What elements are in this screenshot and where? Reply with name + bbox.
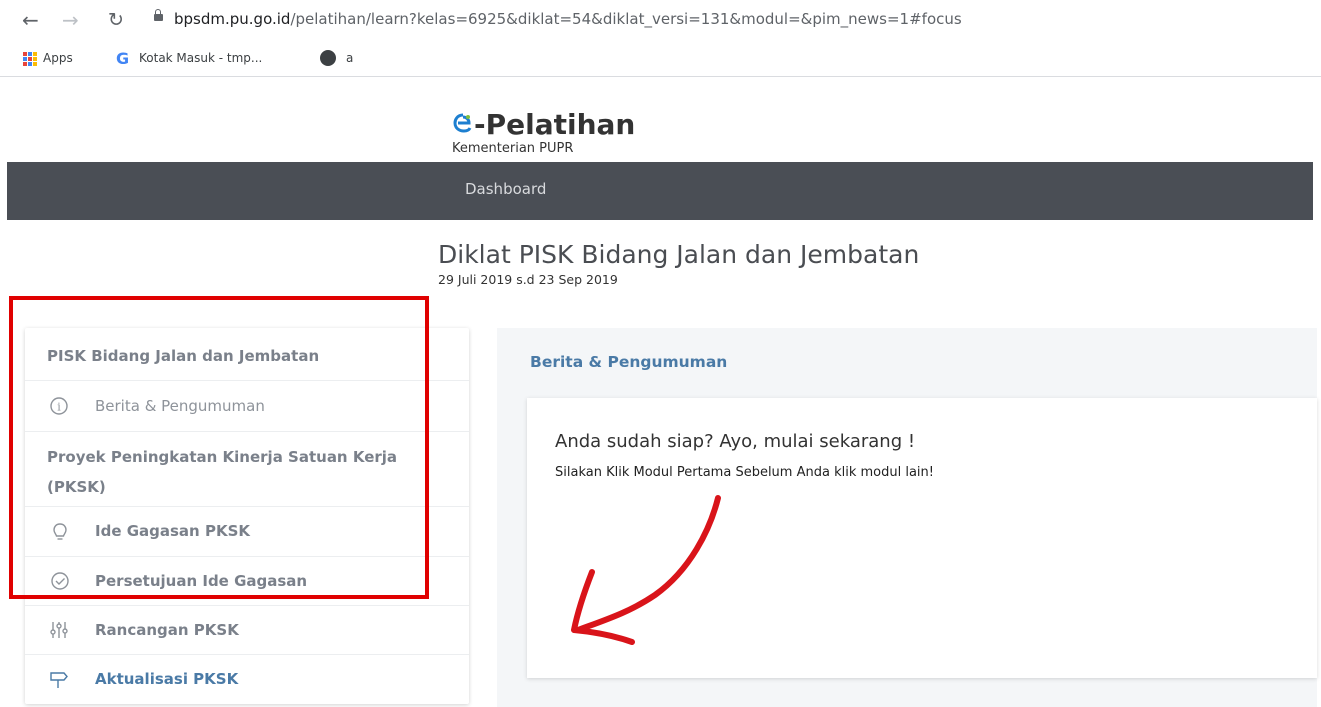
sidebar-item-label: Rancangan PKSK — [95, 621, 239, 639]
back-icon[interactable]: ← — [22, 8, 39, 32]
card-heading: Anda sudah siap? Ayo, mulai sekarang ! — [555, 431, 916, 452]
sidebar-item-aktualisasi[interactable]: Aktualisasi PKSK — [25, 655, 469, 704]
section-title: Berita & Pengumuman — [530, 353, 728, 371]
bookmark-kotak-masuk[interactable]: Kotak Masuk - tmp... — [139, 51, 262, 65]
browser-address-bar: ← → ↻ bpsdm.pu.go.id/pelatihan/learn?kel… — [0, 0, 1321, 44]
forward-icon[interactable]: → — [62, 8, 79, 32]
red-arrow-annotation — [571, 495, 721, 645]
nav-dashboard[interactable]: Dashboard — [465, 180, 546, 198]
course-title: Diklat PISK Bidang Jalan dan Jembatan — [438, 240, 920, 269]
highlight-annotation-box — [9, 296, 429, 599]
google-icon: G — [116, 49, 130, 68]
sliders-icon — [50, 622, 68, 638]
globe-icon — [320, 50, 336, 66]
course-date: 29 Juli 2019 s.d 23 Sep 2019 — [438, 272, 618, 287]
bookmark-apps[interactable]: Apps — [43, 51, 73, 65]
logo-subtitle: Kementerian PUPR — [452, 141, 574, 156]
reload-icon[interactable]: ↻ — [108, 8, 124, 32]
bookmark-a[interactable]: a — [346, 51, 353, 65]
sidebar-item-label: Aktualisasi PKSK — [95, 670, 239, 688]
lock-icon — [154, 9, 163, 21]
card-text: Silakan Klik Modul Pertama Sebelum Anda … — [555, 465, 934, 480]
url-field[interactable]: bpsdm.pu.go.id/pelatihan/learn?kelas=692… — [174, 10, 962, 28]
logo-title: -Pelatihan — [474, 108, 636, 141]
url-host: bpsdm.pu.go.id — [174, 10, 291, 28]
url-path: /pelatihan/learn?kelas=6925&diklat=54&di… — [290, 10, 962, 28]
main-navbar: Dashboard — [7, 162, 1313, 220]
e-logo-icon — [453, 113, 472, 133]
signpost-icon — [50, 672, 68, 688]
apps-grid-icon[interactable] — [23, 52, 37, 66]
sidebar-item-rancangan[interactable]: Rancangan PKSK — [25, 606, 469, 655]
